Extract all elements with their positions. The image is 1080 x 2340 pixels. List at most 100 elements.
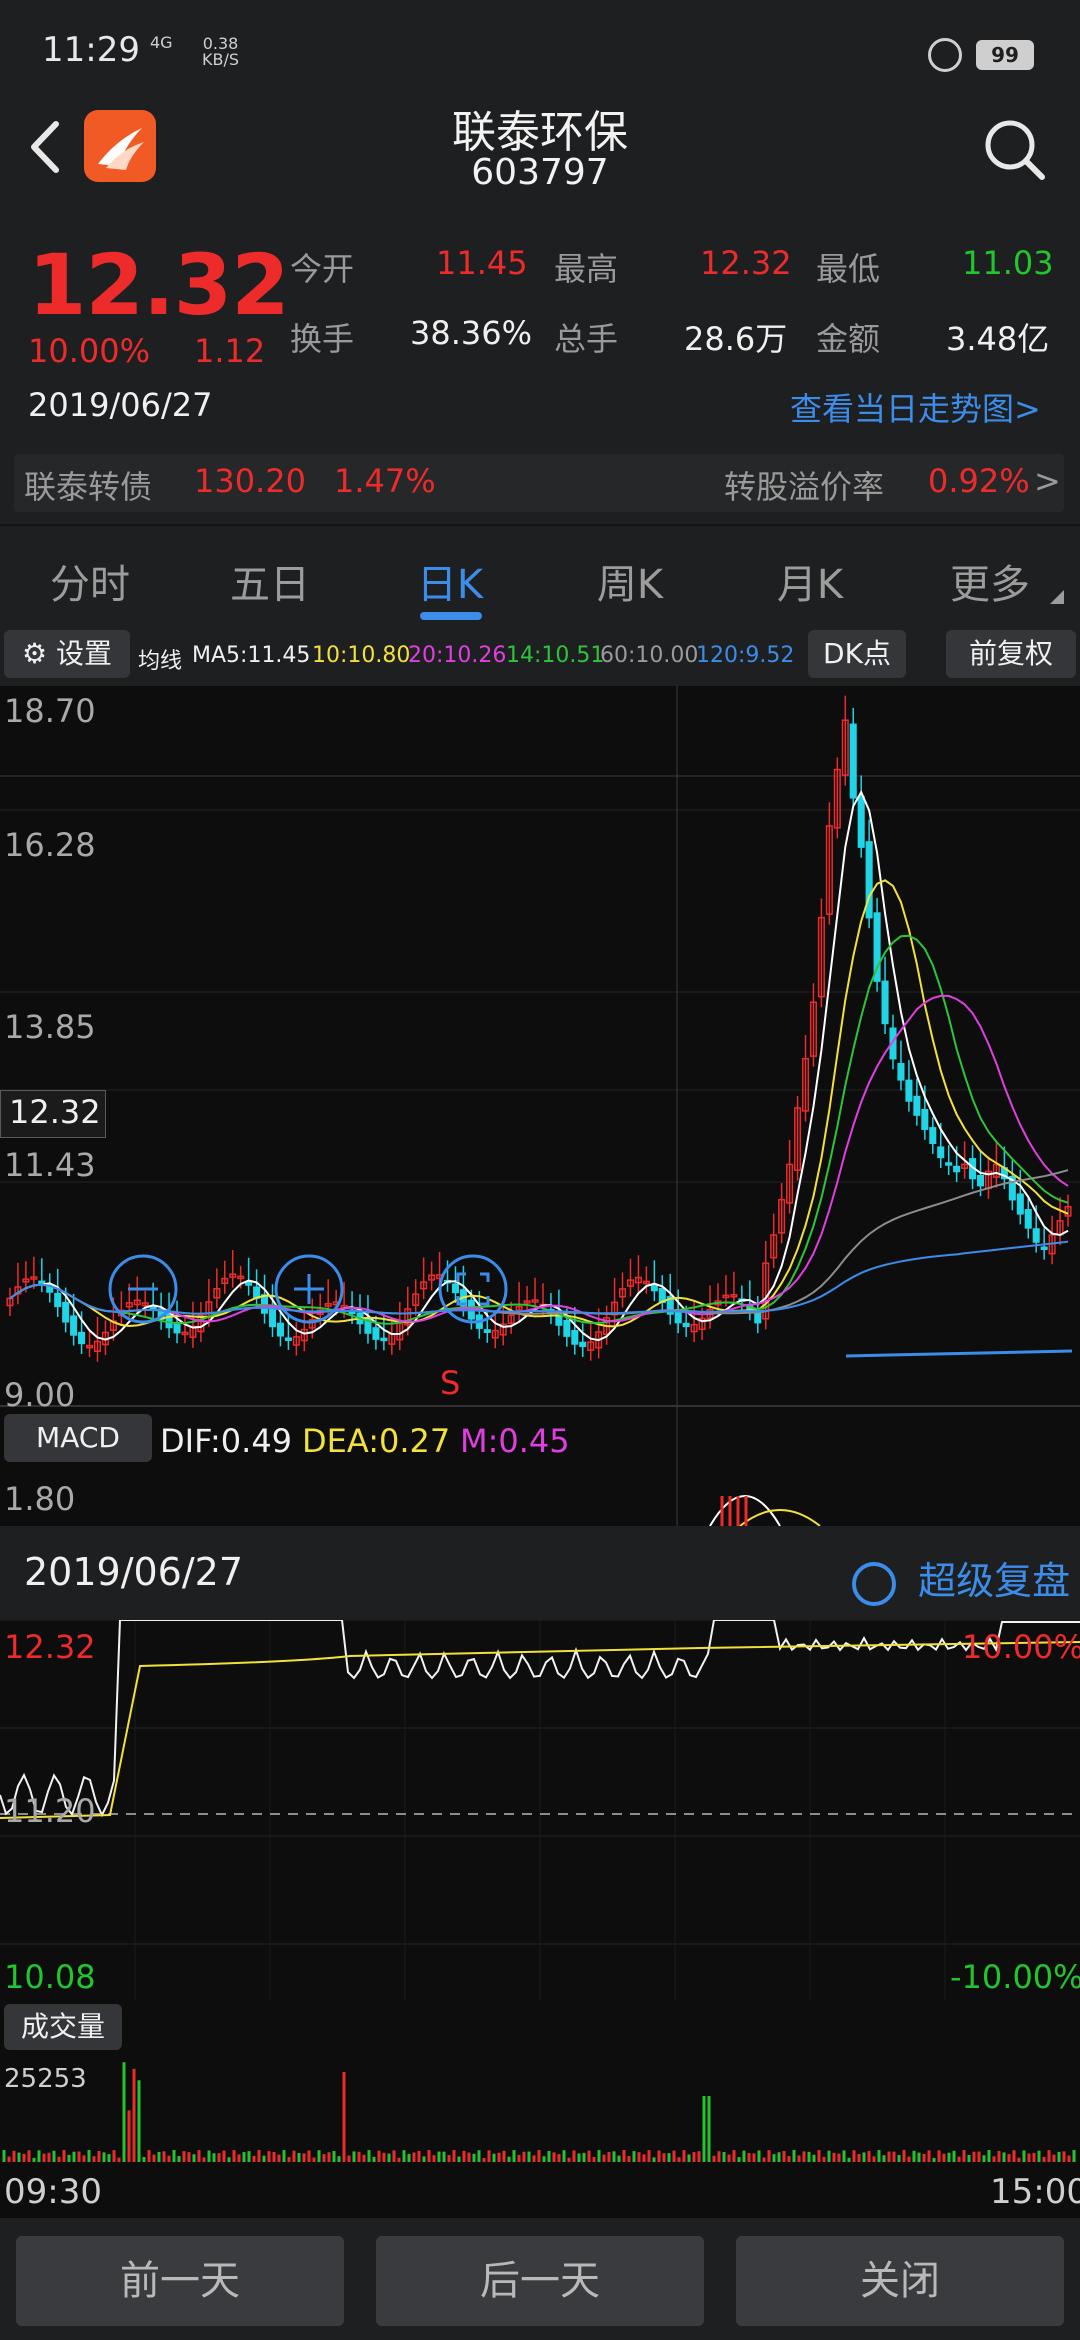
amount-label: 金额 [816,320,881,358]
bond-price: 130.20 [194,462,306,500]
candle-body [976,1174,985,1187]
bond-name: 联泰转债 [24,468,153,506]
time-axis: 09:30 15:00 [0,2162,1080,2218]
candle-body [865,841,873,919]
ma60-value: 60:10.00 [600,643,699,668]
time-end: 15:00 [990,2172,1080,2212]
adjust-button[interactable]: 前复权 [946,630,1076,678]
dropdown-corner-icon [1050,590,1064,604]
candle-body [953,1165,961,1173]
zoom-out-icon[interactable] [106,1252,180,1326]
crosshair-price: 12.32 [9,1093,101,1131]
convertible-bond-row[interactable]: 联泰转债 130.20 1.47% 转股溢价率 0.92% > [14,454,1064,512]
candle-body [62,1301,70,1323]
amount-value: 3.48亿 [946,320,1050,358]
high-value: 12.32 [700,244,792,282]
kline-svg [0,686,1080,1526]
stock-code: 603797 [471,152,609,193]
candle-body [483,1329,491,1334]
prev-day-button[interactable]: 前一天 [16,2236,344,2326]
candle-body [1024,1208,1032,1229]
macd-dea: DEA:0.27 [302,1422,451,1460]
trend-link[interactable]: 查看当日走势图> [790,384,1041,430]
intraday-svg [0,1620,1080,2000]
candle-body [929,1127,937,1145]
macd-m: M:0.45 [460,1422,570,1460]
candle-body [1040,1246,1048,1251]
tab-daily-k[interactable]: 日K [380,552,520,610]
kline-chart[interactable]: 18.70 16.28 13.85 12.32 11.43 9.00 S [0,686,1080,1526]
candle-body [54,1292,62,1308]
history-icon [852,1561,896,1606]
candle-body [905,1079,913,1102]
candle-body [849,723,857,799]
fullscreen-icon[interactable] [436,1252,510,1326]
tab-monthly-k[interactable]: 月K [740,552,880,610]
change-percent: 10.00% [28,332,151,370]
search-icon[interactable] [980,115,1050,185]
tab-weekly-k[interactable]: 周K [560,552,700,610]
candle-body [921,1109,929,1130]
candle-body [1016,1193,1024,1215]
ma120-value: 120:9.52 [696,643,795,668]
candle-body [571,1330,579,1345]
candle-body [78,1331,86,1345]
volume-max: 25253 [4,2064,87,2094]
low-label: 最低 [816,250,881,288]
ma10-value: 10:10.80 [312,643,411,668]
open-label: 今开 [290,250,355,288]
quote-date: 2019/06/27 [28,386,213,424]
ma5-value: MA5:11.45 [192,643,311,668]
macd-dif: DIF:0.49 [160,1422,293,1460]
gear-icon: ⚙ [21,637,48,670]
stock-name: 联泰环保 [452,107,628,158]
crosshair-price-tag: 12.32 [0,1090,106,1138]
axis-label: 18.70 [4,692,96,730]
next-day-button[interactable]: 后一天 [376,2236,704,2326]
candle-body [380,1337,388,1342]
candle-body [38,1280,46,1285]
volume-value: 28.6万 [684,320,788,358]
candle-body [945,1162,953,1166]
intraday-chart[interactable]: 12.32 11.20 10.08 10.00% -10.00% [0,1620,1080,2000]
candle-body [579,1341,587,1348]
sell-marker: S [440,1364,461,1402]
candle-body [881,980,889,1025]
volume-button[interactable]: 成交量 [4,2004,122,2050]
intraday-low-pct: -10.00% [950,1958,1080,1996]
tab-five-day[interactable]: 五日 [200,552,340,610]
speed-unit: KB/S [202,50,240,69]
low-value: 11.03 [962,244,1054,282]
candle-body [682,1322,690,1328]
axis-label: 9.00 [4,1376,76,1414]
candle-body [857,795,865,848]
candle-body [372,1327,380,1340]
ma-bar: ⚙ 设置 均线 MA5:11.45 10:10.80 20:10.26 14:1… [0,626,1080,686]
status-time: 11:29 [42,30,140,70]
macd-button[interactable]: MACD [4,1414,152,1462]
intraday-high: 12.32 [4,1628,96,1666]
ma-prefix: 均线 [138,649,183,674]
period-tabs: 分时 五日 日K 周K 月K 更多 [0,524,1080,628]
tab-intraday[interactable]: 分时 [20,552,160,610]
candle-body [1032,1228,1040,1243]
close-button[interactable]: 关闭 [736,2236,1064,2326]
turnover-value: 38.36% [410,314,533,352]
macd-axis-label: 1.80 [4,1480,76,1518]
premium-value: 0.92% [928,462,1030,500]
zoom-in-icon[interactable] [272,1252,346,1326]
candle-body [284,1337,292,1341]
candle-body [897,1062,905,1081]
settings-label: 设置 [56,637,113,670]
intraday-high-pct: 10.00% [962,1628,1080,1666]
ma20-value: 20:10.26 [408,643,507,668]
volume-bar-header: 成交量 [0,2000,1080,2056]
axis-label: 11.43 [4,1146,96,1184]
settings-button[interactable]: ⚙ 设置 [4,630,130,678]
macd-bar: MACD DIF:0.49 DEA:0.27 M:0.45 [0,1410,1080,1470]
rotation-lock-icon [928,38,962,72]
volume-svg [2,2062,1076,2162]
tab-more[interactable]: 更多 [920,552,1060,610]
dk-point-button[interactable]: DK点 [808,630,906,678]
volume-chart: 25253 [0,2056,1080,2162]
